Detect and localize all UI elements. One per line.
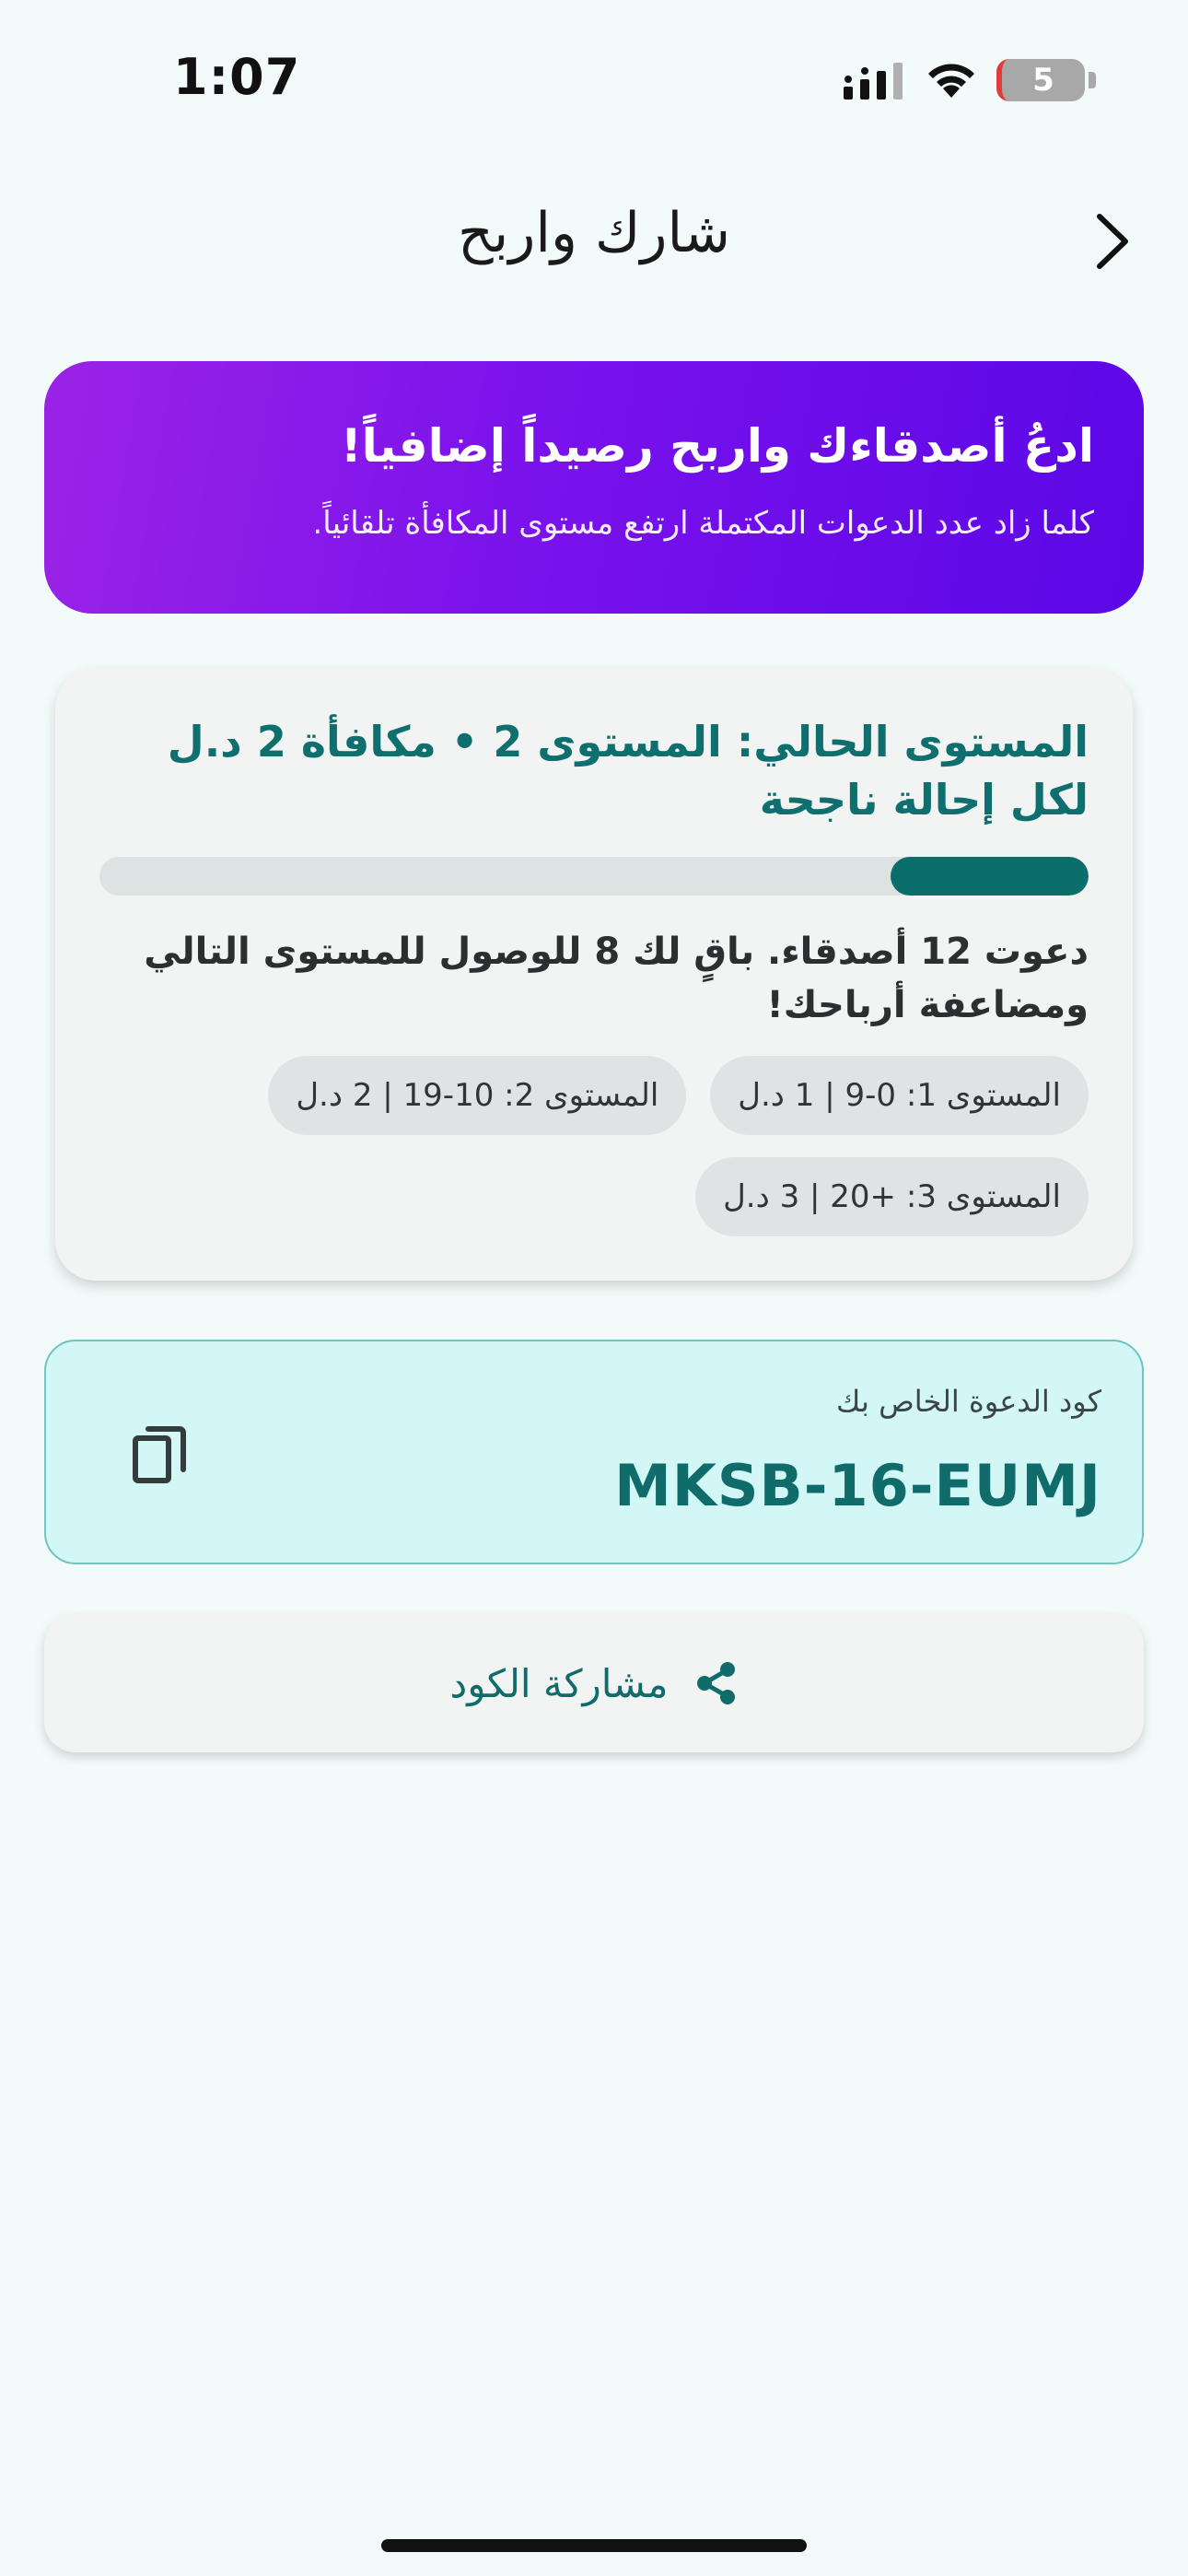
status-bar: 1:07 5 xyxy=(0,0,1188,157)
signal-icon xyxy=(844,63,903,100)
share-code-label: مشاركة الكود xyxy=(449,1660,669,1706)
invite-code-value[interactable]: MKSB-16-EUMJ xyxy=(614,1452,1101,1519)
chevron-right-icon xyxy=(1097,214,1128,269)
battery-cap xyxy=(1089,72,1096,88)
level-title: المستوى الحالي: المستوى 2 • مكافأة 2 د.ل… xyxy=(167,717,1089,825)
level-card: المستوى الحالي: المستوى 2 • مكافأة 2 د.ل… xyxy=(55,669,1133,1281)
level-chip-3: المستوى 3: +20 | 3 د.ل xyxy=(695,1157,1089,1236)
invite-code-box: كود الدعوة الخاص بك MKSB-16-EUMJ xyxy=(44,1340,1144,1564)
share-icon xyxy=(693,1661,738,1705)
copy-icon xyxy=(133,1426,186,1483)
copy-button[interactable] xyxy=(118,1413,201,1496)
progress-bar xyxy=(99,857,1089,896)
page-title: شارك واربح xyxy=(457,201,731,265)
level-chips: المستوى 1: 0-9 | 1 د.ل المستوى 2: 10-19 … xyxy=(99,1056,1089,1236)
invite-code-label: كود الدعوة الخاص بك xyxy=(836,1384,1101,1419)
home-indicator xyxy=(381,2539,807,2552)
hero-banner: ادعُ أصدقاءك واربح رصيداً إضافياً! كلما … xyxy=(44,361,1144,614)
progress-fill xyxy=(891,857,1089,896)
status-time: 1:07 xyxy=(173,48,301,106)
hero-title: ادعُ أصدقاءك واربح رصيداً إضافياً! xyxy=(340,419,1094,473)
level-chip-2: المستوى 2: 10-19 | 2 د.ل xyxy=(268,1056,687,1135)
share-code-button[interactable]: مشاركة الكود xyxy=(44,1614,1144,1752)
back-button[interactable] xyxy=(1079,205,1146,278)
hero-subtitle: كلما زاد عدد الدعوات المكتملة ارتفع مستو… xyxy=(312,505,1094,542)
progress-text: دعوت 12 أصدقاء. باقٍ لك 8 للوصول للمستوى… xyxy=(144,931,1089,1026)
level-chip-1: المستوى 1: 0-9 | 1 د.ل xyxy=(710,1056,1089,1135)
wifi-icon xyxy=(928,64,974,98)
battery-icon: 5 xyxy=(996,59,1085,101)
battery-level: 5 xyxy=(1032,62,1054,99)
